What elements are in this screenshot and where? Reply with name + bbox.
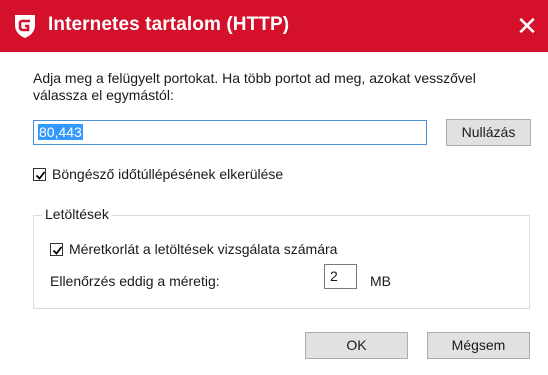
- window-title: Internetes tartalom (HTTP): [48, 14, 290, 35]
- checkmark-icon: [35, 170, 46, 180]
- size-limit-input[interactable]: 2: [324, 264, 357, 289]
- dialog-content: Adja meg a felügyelt portokat. Ha több p…: [0, 52, 548, 375]
- downloads-group: [33, 215, 530, 309]
- close-icon[interactable]: ✕: [510, 10, 544, 44]
- check-until-label: Ellenőrzés eddig a méretig:: [50, 273, 220, 289]
- timeout-checkbox-label: Böngésző időtúllépésének elkerülése: [52, 166, 284, 182]
- size-limit-checkbox-label: Méretkorlát a letöltések vizsgálata szám…: [69, 241, 338, 257]
- ports-input-value: 80,443: [38, 124, 83, 140]
- ok-button[interactable]: OK: [305, 332, 408, 359]
- ports-description: Adja meg a felügyelt portokat. Ha több p…: [33, 70, 476, 103]
- size-limit-checkbox-row[interactable]: Méretkorlát a letöltések vizsgálata szám…: [50, 241, 337, 257]
- size-unit-label: MB: [370, 273, 391, 289]
- timeout-checkbox[interactable]: [33, 167, 46, 181]
- gdata-shield-icon: [15, 15, 35, 38]
- size-limit-checkbox[interactable]: [50, 242, 63, 256]
- timeout-checkbox-row[interactable]: Böngésző időtúllépésének elkerülése: [33, 166, 283, 182]
- cancel-button[interactable]: Mégsem: [427, 332, 530, 359]
- title-bar: Internetes tartalom (HTTP) ✕: [0, 0, 548, 52]
- checkmark-icon: [52, 245, 63, 255]
- downloads-group-label: Letöltések: [42, 206, 112, 222]
- reset-button[interactable]: Nullázás: [446, 119, 531, 146]
- ports-input[interactable]: 80,443: [33, 120, 427, 145]
